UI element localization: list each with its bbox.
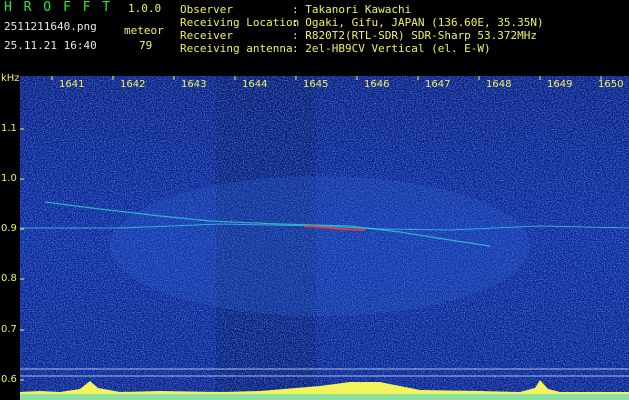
observer-value: : Takanori Kawachi [292,3,412,16]
freq-tick: 0.9 [1,223,17,234]
file-name: 2511211640.png [4,20,97,33]
location-value: : Ogaki, Gifu, JAPAN (136.60E, 35.35N) [292,16,544,29]
time-tick: 1649 [547,79,573,90]
time-tick: 1642 [120,79,146,90]
time-tick: 1644 [242,79,268,90]
time-tick: 1650 [598,79,624,90]
mode-label: meteor [124,24,164,37]
observer-label: Observer [180,3,233,16]
freq-tick: 0.6 [1,374,17,385]
time-tick: 1645 [303,79,329,90]
header-panel: H R O F F T 1.0.0 2511211640.png meteor … [0,0,629,76]
freq-tick: 1.0 [1,173,17,184]
receiver-value: : R820T2(RTL-SDR) SDR-Sharp 53.372MHz [292,29,538,42]
app-version: 1.0.0 [128,2,162,15]
spectrogram-image [20,76,629,400]
frequency-axis: kHz 1.1 1.0 0.9 0.8 0.7 0.6 [0,73,20,400]
freq-tick: 0.8 [1,273,17,284]
location-label: Receiving Location [180,16,300,29]
spectrogram-panel [20,76,629,400]
frequency-unit: kHz [1,73,20,84]
time-tick: 1648 [486,79,512,90]
antenna-value: : 2el-HB9CV Vertical (el. E-W) [292,42,491,55]
antenna-label: Receiving antenna [180,42,293,55]
time-tick: 1647 [425,79,451,90]
freq-tick: 1.1 [1,123,17,134]
time-tick: 1641 [59,79,85,90]
event-count: 79 [139,39,153,52]
app-title: H R O F F T [4,0,113,15]
time-tick: 1643 [181,79,207,90]
freq-tick: 0.7 [1,324,17,335]
time-tick: 1646 [364,79,390,90]
timestamp: 25.11.21 16:40 [4,39,97,52]
receiver-label: Receiver [180,29,233,42]
